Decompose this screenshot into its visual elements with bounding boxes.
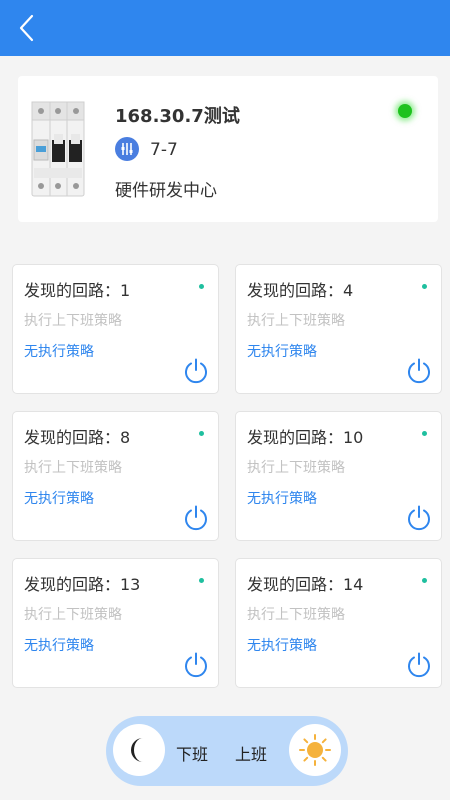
circuit-policy-link[interactable]: 无执行策略 [24,341,94,361]
device-department: 硬件研发中心 [115,181,217,201]
power-icon[interactable] [405,504,433,532]
off-work-label[interactable]: 下班 [176,741,208,765]
online-status-dot [398,104,412,118]
power-icon[interactable] [405,357,433,385]
circuit-status-dot [199,431,204,436]
circuit-title: 发现的回路：8 [24,428,131,447]
on-work-label[interactable]: 上班 [235,741,267,765]
circuit-card[interactable]: 发现的回路：4 执行上下班策略 无执行策略 [235,264,442,394]
circuit-status-dot [422,578,427,583]
circuit-subtitle: 执行上下班策略 [24,460,122,476]
circuit-subtitle: 执行上下班策略 [24,607,122,623]
model-icon [115,137,139,161]
circuit-card[interactable]: 发现的回路：1 执行上下班策略 无执行策略 [12,264,219,394]
circuit-title: 发现的回路：14 [247,575,364,594]
circuit-card[interactable]: 发现的回路：13 执行上下班策略 无执行策略 [12,558,219,688]
power-icon[interactable] [405,651,433,679]
circuit-card[interactable]: 发现的回路：8 执行上下班策略 无执行策略 [12,411,219,541]
power-icon[interactable] [182,651,210,679]
top-bar [0,0,450,56]
circuit-subtitle: 执行上下班策略 [247,607,345,623]
off-work-button[interactable] [113,724,165,776]
circuit-title: 发现的回路：13 [24,575,141,594]
circuit-card[interactable]: 发现的回路：10 执行上下班策略 无执行策略 [235,411,442,541]
circuit-status-dot [422,431,427,436]
circuit-breaker-image [31,101,85,197]
work-mode-toggle: 下班 上班 [106,716,348,786]
circuit-status-dot [199,284,204,289]
circuit-policy-link[interactable]: 无执行策略 [247,341,317,361]
circuit-title: 发现的回路：4 [247,281,354,300]
device-model: 7-7 [150,140,178,160]
circuit-status-dot [199,578,204,583]
circuit-policy-link[interactable]: 无执行策略 [247,635,317,655]
circuit-subtitle: 执行上下班策略 [247,460,345,476]
power-icon[interactable] [182,504,210,532]
circuit-policy-link[interactable]: 无执行策略 [24,635,94,655]
moon-icon [131,738,143,762]
circuit-card[interactable]: 发现的回路：14 执行上下班策略 无执行策略 [235,558,442,688]
circuit-subtitle: 执行上下班策略 [24,313,122,329]
circuit-status-dot [422,284,427,289]
power-icon[interactable] [182,357,210,385]
chevron-left-icon [19,14,34,42]
sun-icon [299,734,331,766]
circuit-policy-link[interactable]: 无执行策略 [247,488,317,508]
circuit-policy-link[interactable]: 无执行策略 [24,488,94,508]
on-work-button[interactable] [289,724,341,776]
back-button[interactable] [14,12,44,44]
device-name: 168.30.7测试 [115,106,240,127]
circuit-subtitle: 执行上下班策略 [247,313,345,329]
device-card: 168.30.7测试 7-7 硬件研发中心 [18,76,438,222]
circuit-title: 发现的回路：1 [24,281,131,300]
circuit-title: 发现的回路：10 [247,428,364,447]
